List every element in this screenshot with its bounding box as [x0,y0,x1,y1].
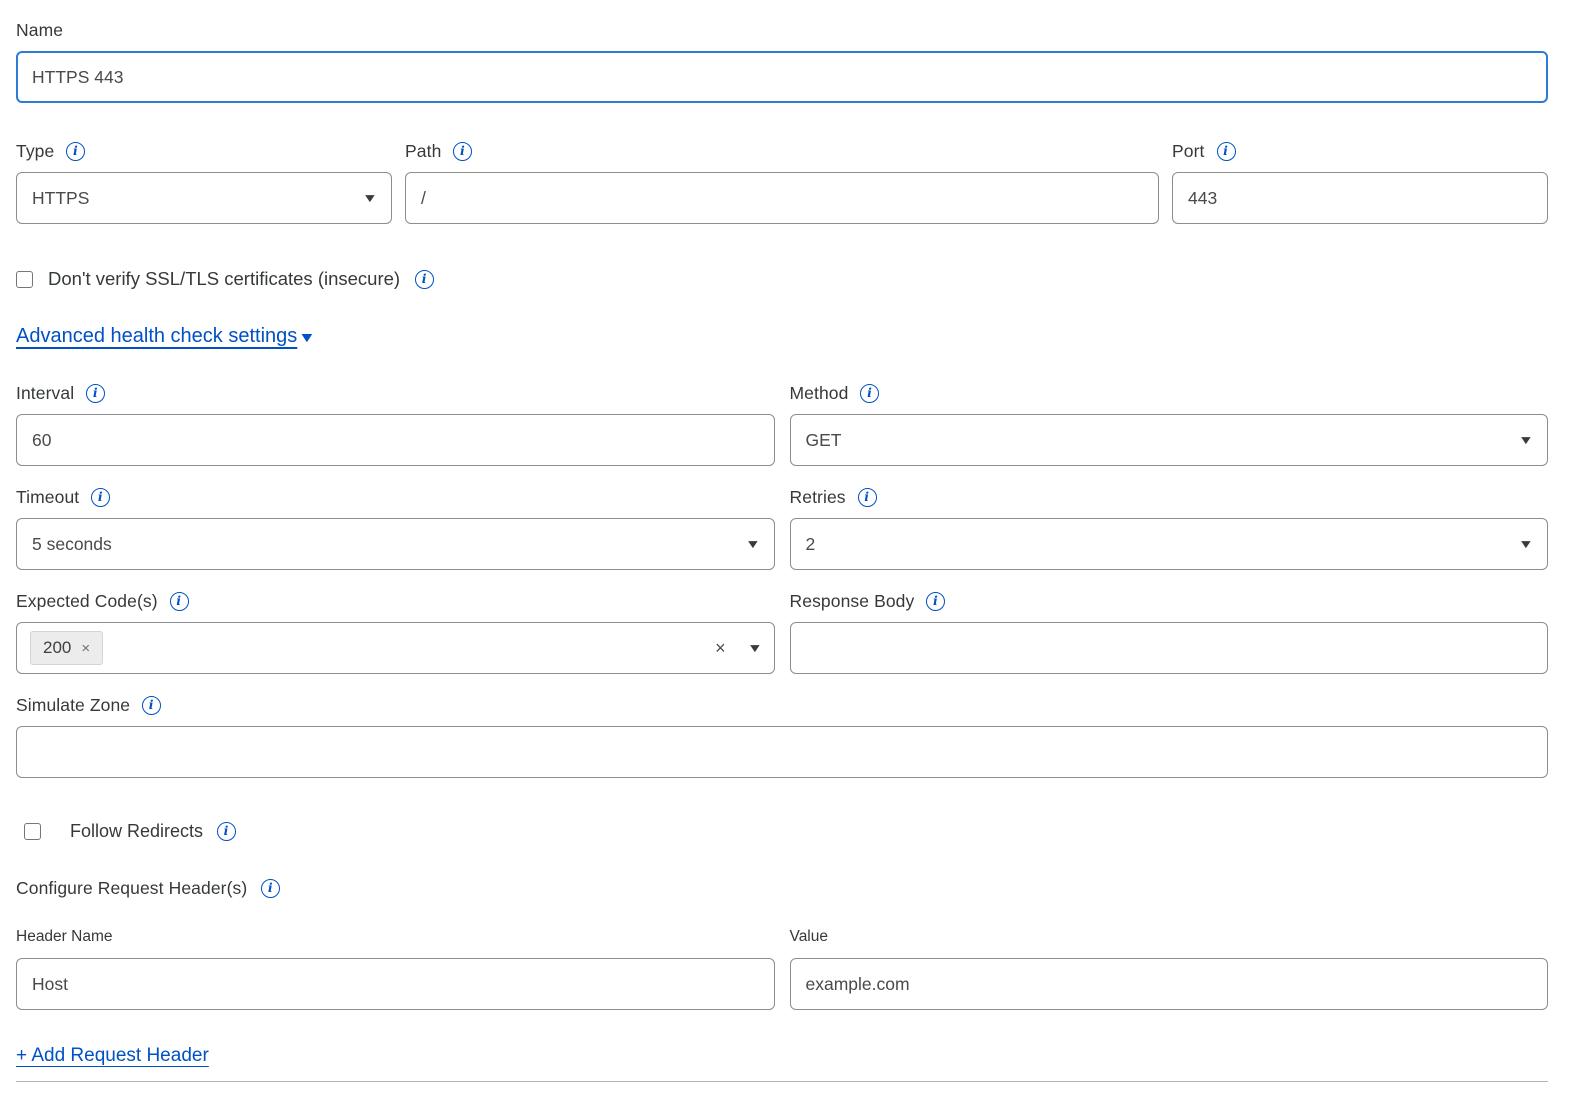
expected-code-tag-value: 200 [43,638,71,658]
chevron-down-icon: ▼ [1518,433,1534,447]
chevron-down-icon: ▼ [745,537,761,551]
type-select[interactable]: HTTPS ▼ [16,172,392,224]
path-info-icon[interactable]: i [453,142,472,161]
interval-input[interactable] [16,414,775,466]
type-info-icon[interactable]: i [66,142,85,161]
header-name-column-label: Header Name [16,928,113,946]
follow-redirects-checkbox[interactable] [24,823,41,840]
section-divider [16,1081,1548,1082]
retries-select[interactable]: 2 ▼ [790,518,1549,570]
path-label: Path [405,141,441,162]
name-input[interactable] [16,51,1548,103]
path-input[interactable] [405,172,1159,224]
method-select[interactable]: GET ▼ [790,414,1549,466]
advanced-settings-link[interactable]: Advanced health check settings [16,325,297,348]
chevron-down-icon[interactable]: ▼ [747,641,763,655]
response-body-input[interactable] [790,622,1549,674]
method-label: Method [790,383,849,404]
chevron-down-icon: ▼ [362,191,378,205]
simulate-zone-input[interactable] [16,726,1548,778]
simulate-zone-label: Simulate Zone [16,695,130,716]
expected-code-tag: 200 × [30,631,103,665]
ssl-verify-checkbox[interactable] [16,271,33,288]
method-select-value: GET [806,430,842,451]
port-info-icon[interactable]: i [1217,142,1236,161]
follow-redirects-label: Follow Redirects [70,821,203,842]
interval-label: Interval [16,383,74,404]
method-info-icon[interactable]: i [860,384,879,403]
header-value-column-label: Value [790,928,829,946]
ssl-verify-info-icon[interactable]: i [415,270,434,289]
timeout-select[interactable]: 5 seconds ▼ [16,518,775,570]
port-input[interactable] [1172,172,1548,224]
request-headers-section-label: Configure Request Header(s) [16,878,247,899]
ssl-verify-label: Don't verify SSL/TLS certificates (insec… [48,268,400,290]
add-request-header-link[interactable]: + Add Request Header [16,1045,209,1066]
response-body-info-icon[interactable]: i [926,592,945,611]
expected-codes-info-icon[interactable]: i [170,592,189,611]
type-label: Type [16,141,54,162]
port-label: Port [1172,141,1205,162]
timeout-select-value: 5 seconds [32,534,112,555]
response-body-label: Response Body [790,591,915,612]
timeout-info-icon[interactable]: i [91,488,110,507]
expected-codes-label: Expected Code(s) [16,591,158,612]
name-label: Name [16,20,63,41]
chevron-down-icon: ▼ [1518,537,1534,551]
header-value-input[interactable] [790,958,1549,1010]
follow-redirects-info-icon[interactable]: i [217,822,236,841]
simulate-zone-info-icon[interactable]: i [142,696,161,715]
retries-info-icon[interactable]: i [858,488,877,507]
chevron-down-icon: ▼ [298,329,316,345]
retries-select-value: 2 [806,534,816,555]
health-check-form: Name Type i HTTPS ▼ Path i Port i [0,0,1570,1082]
timeout-label: Timeout [16,487,79,508]
retries-label: Retries [790,487,846,508]
expected-codes-multiselect[interactable]: 200 × × ▼ [16,622,775,674]
header-name-input[interactable] [16,958,775,1010]
clear-all-icon[interactable]: × [715,638,726,659]
remove-tag-icon[interactable]: × [81,640,90,657]
request-headers-info-icon[interactable]: i [261,879,280,898]
interval-info-icon[interactable]: i [86,384,105,403]
type-select-value: HTTPS [32,188,89,209]
